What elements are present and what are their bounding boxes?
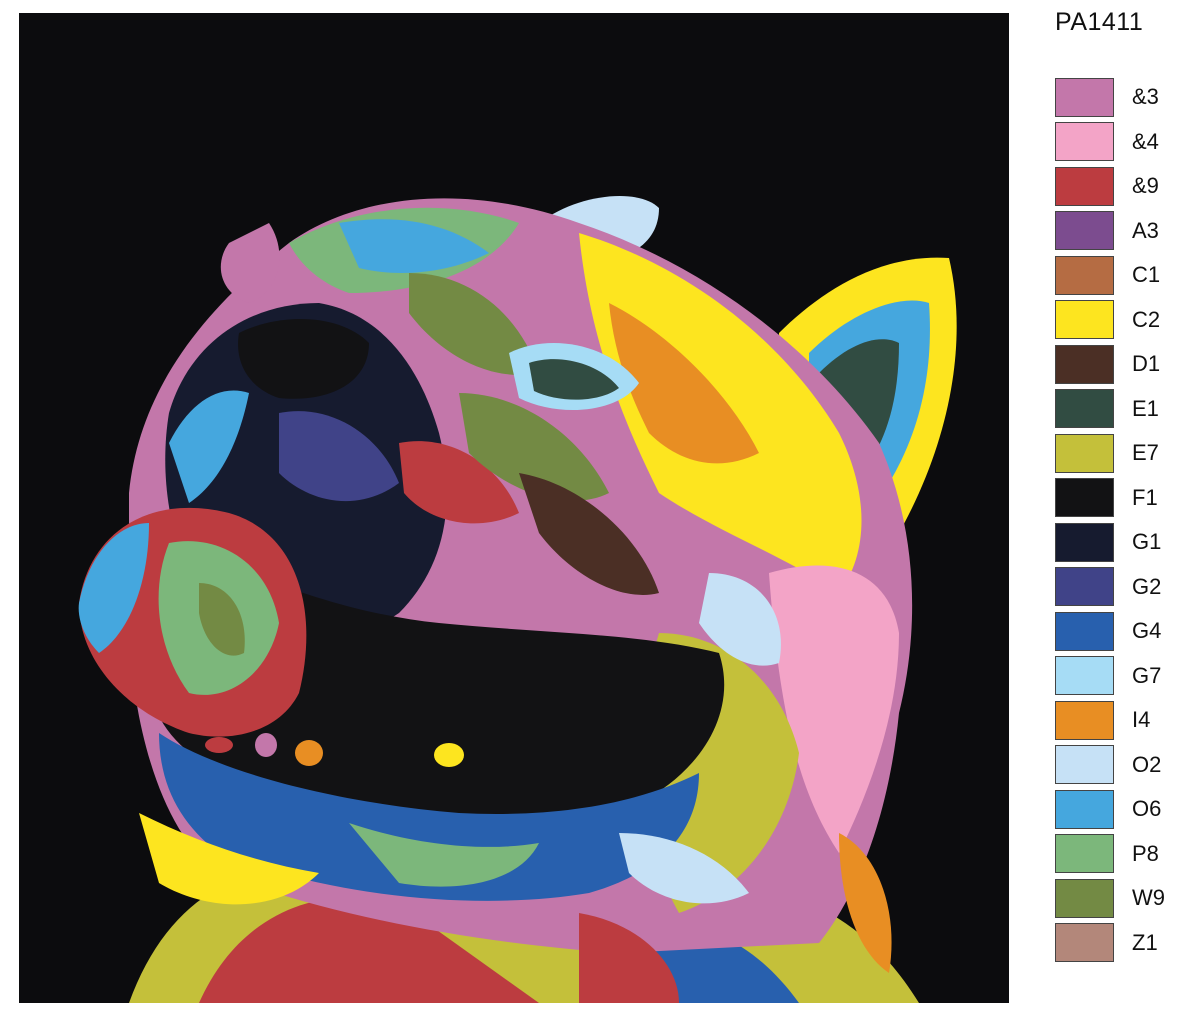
color-swatch: [1055, 567, 1114, 607]
legend-item: C2: [1055, 298, 1195, 343]
color-code-label: G4: [1132, 618, 1162, 644]
color-swatch: [1055, 300, 1114, 340]
color-code-label: E7: [1132, 440, 1159, 466]
color-swatch: [1055, 255, 1114, 295]
legend-item: E7: [1055, 431, 1195, 476]
color-code-label: C1: [1132, 262, 1161, 288]
color-swatch: [1055, 700, 1114, 740]
color-swatch: [1055, 878, 1114, 918]
legend-item: I4: [1055, 698, 1195, 743]
color-swatch: [1055, 211, 1114, 251]
color-swatch: [1055, 77, 1114, 117]
color-code-label: &4: [1132, 128, 1159, 154]
color-swatch: [1055, 745, 1114, 785]
color-swatch: [1055, 166, 1114, 206]
legend-item: W9: [1055, 876, 1195, 921]
color-swatch: [1055, 478, 1114, 518]
legend-item: F1: [1055, 476, 1195, 521]
color-code-label: &9: [1132, 173, 1159, 199]
legend-item: &3: [1055, 75, 1195, 120]
legend-item: C1: [1055, 253, 1195, 298]
color-code-label: F1: [1132, 484, 1158, 510]
legend-item: O2: [1055, 743, 1195, 788]
color-swatch: [1055, 789, 1114, 829]
color-code-label: E1: [1132, 395, 1159, 421]
color-legend: &3 &4 &9 A3 C1 C2 D1 E1 E7 F1 G1 G2 G4 G7 I4 O2 O6 P8 W9 Z1: [1055, 75, 1195, 965]
color-code-label: C2: [1132, 306, 1161, 332]
color-swatch: [1055, 344, 1114, 384]
legend-item: G2: [1055, 565, 1195, 610]
color-code-label: O2: [1132, 751, 1162, 777]
color-code-label: &3: [1132, 84, 1159, 110]
color-swatch: [1055, 522, 1114, 562]
color-swatch: [1055, 611, 1114, 651]
color-swatch: [1055, 834, 1114, 874]
legend-item: D1: [1055, 342, 1195, 387]
legend-item: A3: [1055, 209, 1195, 254]
color-swatch: [1055, 122, 1114, 162]
color-code-label: O6: [1132, 796, 1162, 822]
pug-painting-illustration: [78, 196, 957, 1003]
tooth-2: [295, 740, 323, 766]
color-swatch: [1055, 433, 1114, 473]
color-code-label: G7: [1132, 662, 1162, 688]
legend-item: G4: [1055, 609, 1195, 654]
legend-item: &9: [1055, 164, 1195, 209]
legend-item: P8: [1055, 832, 1195, 877]
color-swatch: [1055, 389, 1114, 429]
legend-item: E1: [1055, 387, 1195, 432]
color-code-label: G2: [1132, 573, 1162, 599]
tooth-3: [434, 743, 464, 767]
pattern-code: PA1411: [1055, 8, 1144, 36]
legend-item: G7: [1055, 654, 1195, 699]
color-code-label: G1: [1132, 529, 1162, 555]
color-swatch: [1055, 656, 1114, 696]
artwork-canvas: [19, 13, 1009, 1003]
legend-item: O6: [1055, 787, 1195, 832]
color-code-label: I4: [1132, 707, 1151, 733]
tooth-4: [205, 737, 233, 753]
color-code-label: P8: [1132, 840, 1159, 866]
legend-item: Z1: [1055, 921, 1195, 966]
color-code-label: A3: [1132, 217, 1159, 243]
legend-item: G1: [1055, 520, 1195, 565]
color-swatch: [1055, 923, 1114, 963]
tooth-1: [255, 733, 277, 757]
color-code-label: Z1: [1132, 929, 1158, 955]
color-code-label: W9: [1132, 885, 1165, 911]
color-code-label: D1: [1132, 351, 1161, 377]
legend-item: &4: [1055, 120, 1195, 165]
